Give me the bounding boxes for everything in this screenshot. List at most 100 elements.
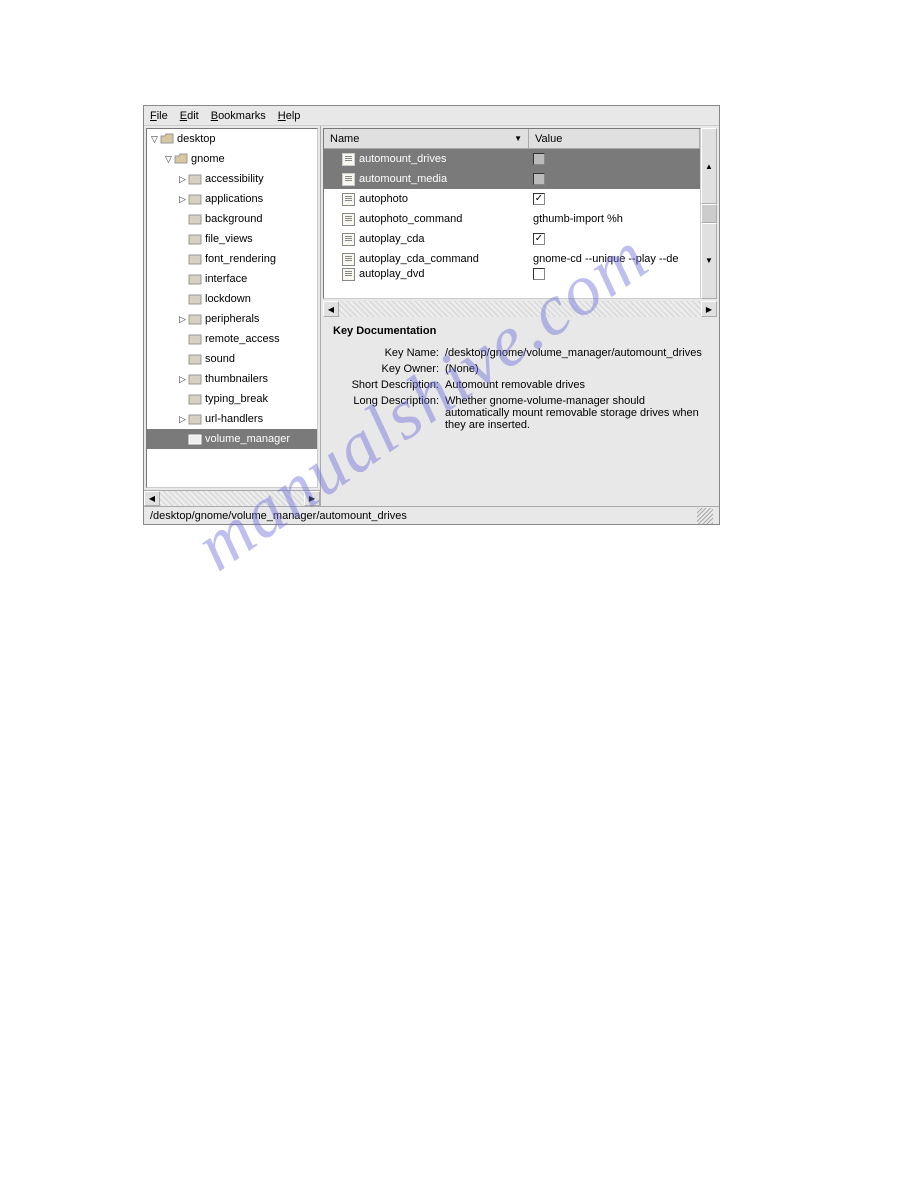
scroll-down-icon[interactable]: ▼ (701, 223, 717, 299)
scroll-track[interactable] (339, 301, 701, 317)
key-name: autoplay_cda (359, 233, 424, 245)
key-icon (342, 253, 355, 266)
checkbox[interactable] (533, 173, 545, 185)
folder-icon (188, 173, 202, 185)
scroll-right-icon[interactable]: ▶ (701, 301, 717, 317)
doc-keyname: /desktop/gnome/volume_manager/automount_… (445, 347, 707, 359)
folder-open-icon (174, 153, 188, 165)
list-row[interactable]: autophoto ✓ (324, 189, 700, 209)
checkbox[interactable] (533, 268, 545, 280)
key-value[interactable]: ✓ (529, 193, 700, 205)
status-text: /desktop/gnome/volume_manager/automount_… (150, 510, 407, 522)
folder-icon (188, 333, 202, 345)
scroll-track[interactable] (160, 491, 304, 506)
key-name: autoplay_cda_command (359, 253, 479, 265)
tree-node-interface[interactable]: interface (147, 269, 317, 289)
tree-node-peripherals[interactable]: peripherals (147, 309, 317, 329)
key-value[interactable]: ✓ (529, 233, 700, 245)
list-row[interactable]: automount_drives (324, 149, 700, 169)
tree-node-applications[interactable]: applications (147, 189, 317, 209)
key-value[interactable]: gnome-cd --unique --play --de (529, 253, 700, 265)
list-row[interactable]: autoplay_cda ✓ (324, 229, 700, 249)
tree-node-background[interactable]: background (147, 209, 317, 229)
tree-node-url-handlers[interactable]: url-handlers (147, 409, 317, 429)
key-name: autophoto (359, 193, 408, 205)
tree-node-accessibility[interactable]: accessibility (147, 169, 317, 189)
tree-node-sound[interactable]: sound (147, 349, 317, 369)
key-value[interactable] (529, 153, 700, 165)
tree-label: volume_manager (205, 433, 290, 445)
column-header-value[interactable]: Value (529, 129, 700, 148)
tree-node-volume_manager[interactable]: volume_manager (147, 429, 317, 449)
tree-node-thumbnailers[interactable]: thumbnailers (147, 369, 317, 389)
tree-node-gnome[interactable]: gnome (147, 149, 317, 169)
tree[interactable]: desktop gnome accessibilityapplications b… (146, 128, 318, 488)
tree-node-remote_access[interactable]: remote_access (147, 329, 317, 349)
key-name: automount_media (359, 173, 447, 185)
list-row[interactable]: automount_media (324, 169, 700, 189)
gconf-editor-window: File Edit Bookmarks Help desktop gnome a… (143, 105, 720, 525)
expander-icon[interactable] (177, 414, 188, 425)
tree-pane: desktop gnome accessibilityapplications b… (144, 126, 321, 506)
key-name: autoplay_dvd (359, 268, 424, 280)
tree-label: desktop (177, 133, 216, 145)
tree-node-typing_break[interactable]: typing_break (147, 389, 317, 409)
folder-icon (188, 193, 202, 205)
list-header: Name ▼ Value (324, 129, 700, 149)
checkbox[interactable]: ✓ (533, 233, 545, 245)
folder-icon (188, 353, 202, 365)
folder-icon (188, 293, 202, 305)
scroll-left-icon[interactable]: ◀ (323, 301, 339, 317)
list-hscrollbar[interactable]: ◀ ▶ (323, 301, 717, 317)
tree-label: background (205, 213, 263, 225)
tree-node-desktop[interactable]: desktop (147, 129, 317, 149)
column-header-name[interactable]: Name ▼ (324, 129, 529, 148)
tree-label: font_rendering (205, 253, 276, 265)
list-row[interactable]: autoplay_cda_command gnome-cd --unique --… (324, 249, 700, 269)
expander-icon[interactable] (177, 194, 188, 205)
key-value[interactable] (529, 173, 700, 185)
expander-icon[interactable] (177, 174, 188, 185)
key-icon (342, 173, 355, 186)
doc-label-long: Long Description: (333, 395, 445, 431)
scroll-right-icon[interactable]: ▶ (304, 491, 320, 506)
list-vscrollbar[interactable]: ▲ ▼ (701, 128, 717, 299)
tree-label: lockdown (205, 293, 251, 305)
doc-short: Automount removable drives (445, 379, 707, 391)
checkbox[interactable]: ✓ (533, 193, 545, 205)
scroll-up-icon[interactable]: ▲ (701, 128, 717, 204)
doc-title: Key Documentation (333, 325, 707, 337)
menu-help[interactable]: Help (278, 110, 301, 122)
expander-icon[interactable] (149, 134, 160, 145)
tree-label: thumbnailers (205, 373, 268, 385)
sort-indicator-icon: ▼ (514, 134, 522, 143)
key-list[interactable]: Name ▼ Value automount_drives automount_m… (323, 128, 701, 299)
menubar: File Edit Bookmarks Help (144, 106, 719, 126)
tree-label: gnome (191, 153, 225, 165)
scroll-left-icon[interactable]: ◀ (144, 491, 160, 506)
folder-open-icon (160, 133, 174, 145)
folder-icon (188, 273, 202, 285)
key-name: autophoto_command (359, 213, 462, 225)
resize-grip-icon[interactable] (697, 508, 713, 524)
key-value[interactable]: gthumb-import %h (529, 213, 700, 225)
list-row[interactable]: autoplay_dvd (324, 269, 700, 279)
key-value[interactable] (529, 268, 700, 280)
expander-icon[interactable] (177, 314, 188, 325)
doc-label-keyname: Key Name: (333, 347, 445, 359)
tree-node-file_views[interactable]: file_views (147, 229, 317, 249)
checkbox[interactable] (533, 153, 545, 165)
key-icon (342, 153, 355, 166)
list-row[interactable]: autophoto_command gthumb-import %h (324, 209, 700, 229)
expander-icon[interactable] (163, 154, 174, 165)
tree-node-lockdown[interactable]: lockdown (147, 289, 317, 309)
expander-icon[interactable] (177, 374, 188, 385)
tree-hscrollbar[interactable]: ◀ ▶ (144, 490, 320, 506)
menu-bookmarks[interactable]: Bookmarks (211, 110, 266, 122)
scroll-thumb[interactable] (701, 204, 717, 223)
statusbar: /desktop/gnome/volume_manager/automount_… (144, 506, 719, 524)
tree-node-font_rendering[interactable]: font_rendering (147, 249, 317, 269)
key-icon (342, 193, 355, 206)
menu-edit[interactable]: Edit (180, 110, 199, 122)
menu-file[interactable]: File (150, 110, 168, 122)
